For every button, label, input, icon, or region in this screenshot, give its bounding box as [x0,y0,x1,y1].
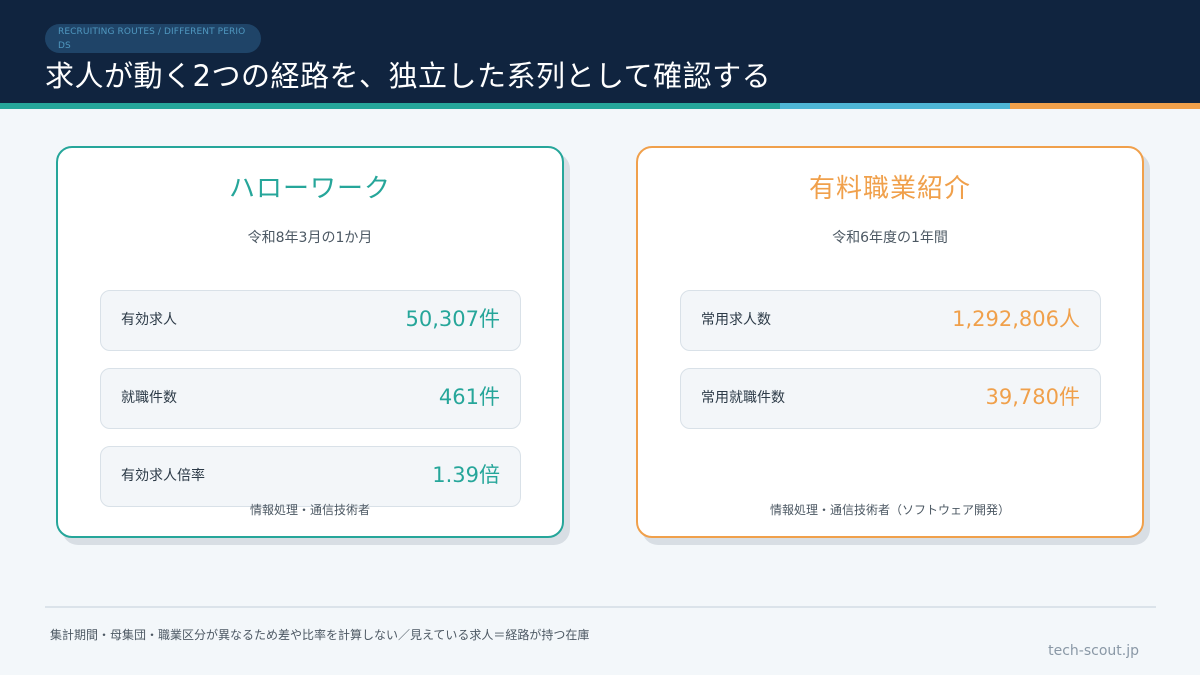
metric-label: 就職件数 [121,390,177,406]
section-tag: RECRUITING ROUTES / DIFFERENT PERIODS [45,24,261,53]
card-title: ハローワーク [228,174,391,204]
metric-row: 就職件数 461件 [100,368,521,429]
metric-label: 常用求人数 [701,312,771,328]
metric-value: 39,780件 [985,385,1080,409]
card-note: 情報処理・通信技術者（ソフトウェア開発） [769,503,1010,517]
card-period: 令和8年3月の1か月 [247,230,373,246]
accent-bar-teal [0,103,780,109]
footer-divider [45,606,1156,608]
site-name: tech-scout.jp [1048,643,1139,659]
card-note: 情報処理・通信技術者 [249,503,370,517]
metric-row: 有効求人 50,307件 [100,290,521,351]
card-paid-placement: 有料職業紹介 令和6年度の1年間 常用求人数 1,292,806人 常用就職件数… [636,146,1144,538]
metric-value: 1.39倍 [432,463,500,487]
metric-value: 1,292,806人 [952,307,1080,331]
card-period: 令和6年度の1年間 [832,230,948,246]
header-band: RECRUITING ROUTES / DIFFERENT PERIODS 求人… [0,0,1200,103]
metric-row: 常用求人数 1,292,806人 [680,290,1101,351]
footnote: 集計期間・母集団・職業区分が異なるため差や比率を計算しない／見えている求人＝経路… [50,628,590,642]
accent-bar-orange [1010,103,1200,109]
accent-bar-blue [780,103,1010,109]
page-title: 求人が動く2つの経路を、独立した系列として確認する [45,59,772,93]
metric-label: 常用就職件数 [701,390,785,406]
metric-label: 有効求人倍率 [121,468,205,484]
card-hellowork: ハローワーク 令和8年3月の1か月 有効求人 50,307件 就職件数 461件… [56,146,564,538]
metric-row: 常用就職件数 39,780件 [680,368,1101,429]
metric-row: 有効求人倍率 1.39倍 [100,446,521,507]
metric-label: 有効求人 [121,312,177,328]
metric-value: 50,307件 [405,307,500,331]
card-title: 有料職業紹介 [808,174,971,204]
metric-value: 461件 [438,385,500,409]
